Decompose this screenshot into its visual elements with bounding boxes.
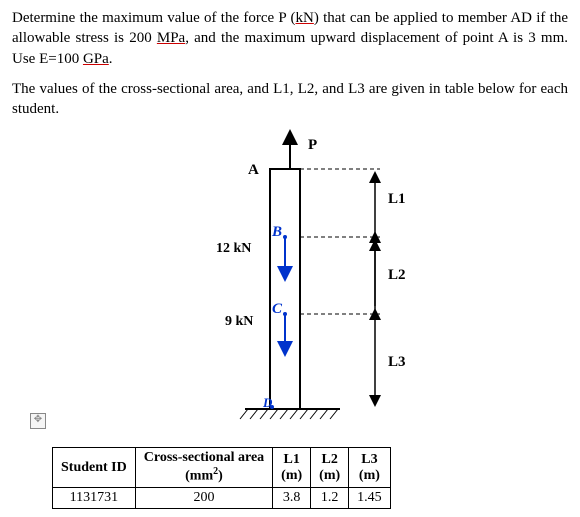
td-L1: 3.8 bbox=[273, 487, 311, 508]
p1d: MPa bbox=[157, 30, 185, 46]
th-L2-t: L2 bbox=[319, 452, 340, 468]
problem-paragraph-1: Determine the maximum value of the force… bbox=[12, 8, 568, 69]
p1f: GPa bbox=[83, 51, 109, 67]
th-student: Student ID bbox=[53, 448, 136, 488]
move-handle-icon[interactable]: ✥ bbox=[30, 413, 46, 429]
td-L2: 1.2 bbox=[311, 487, 349, 508]
th-L3-t: L3 bbox=[357, 452, 382, 468]
label-L2: L2 bbox=[388, 267, 406, 284]
force-12kn: 12 kN bbox=[216, 241, 251, 257]
th-L2-u: (m) bbox=[319, 468, 340, 484]
th-student-text: Student ID bbox=[61, 460, 127, 476]
th-area-a: Cross-sectional area bbox=[144, 450, 264, 466]
th-L3: L3 (m) bbox=[349, 448, 391, 488]
th-area: Cross-sectional area (mm2) bbox=[135, 448, 272, 488]
label-C: C bbox=[272, 301, 282, 318]
student-table: Student ID Cross-sectional area (mm2) L1… bbox=[52, 447, 391, 509]
table-header-row: Student ID Cross-sectional area (mm2) L1… bbox=[53, 448, 391, 488]
label-A: A bbox=[248, 162, 259, 179]
th-L2: L2 (m) bbox=[311, 448, 349, 488]
td-id: 1131731 bbox=[53, 487, 136, 508]
th-L1: L1 (m) bbox=[273, 448, 311, 488]
th-L1-t: L1 bbox=[281, 452, 302, 468]
p1a: Determine the maximum value of the force… bbox=[12, 10, 296, 26]
label-P: P bbox=[308, 137, 317, 154]
th-area-unit: (mm2) bbox=[144, 466, 264, 485]
label-L1: L1 bbox=[388, 191, 406, 208]
force-9kn: 9 kN bbox=[225, 314, 253, 330]
th-area-b: (mm bbox=[185, 469, 213, 484]
problem-paragraph-2: The values of the cross-sectional area, … bbox=[12, 79, 568, 120]
label-B: B bbox=[272, 224, 282, 241]
td-L3: 1.45 bbox=[349, 487, 391, 508]
diagram: P A B C D L1 L2 L3 12 kN 9 kN bbox=[130, 129, 450, 439]
label-D: D bbox=[263, 395, 272, 411]
p1g: . bbox=[109, 51, 113, 67]
table-row: 1131731 200 3.8 1.2 1.45 bbox=[53, 487, 391, 508]
label-L3: L3 bbox=[388, 354, 406, 371]
th-area-c: ) bbox=[218, 469, 223, 484]
p1b: kN bbox=[296, 10, 314, 26]
td-area: 200 bbox=[135, 487, 272, 508]
th-L3-u: (m) bbox=[357, 468, 382, 484]
diagram-svg bbox=[130, 129, 450, 439]
th-L1-u: (m) bbox=[281, 468, 302, 484]
